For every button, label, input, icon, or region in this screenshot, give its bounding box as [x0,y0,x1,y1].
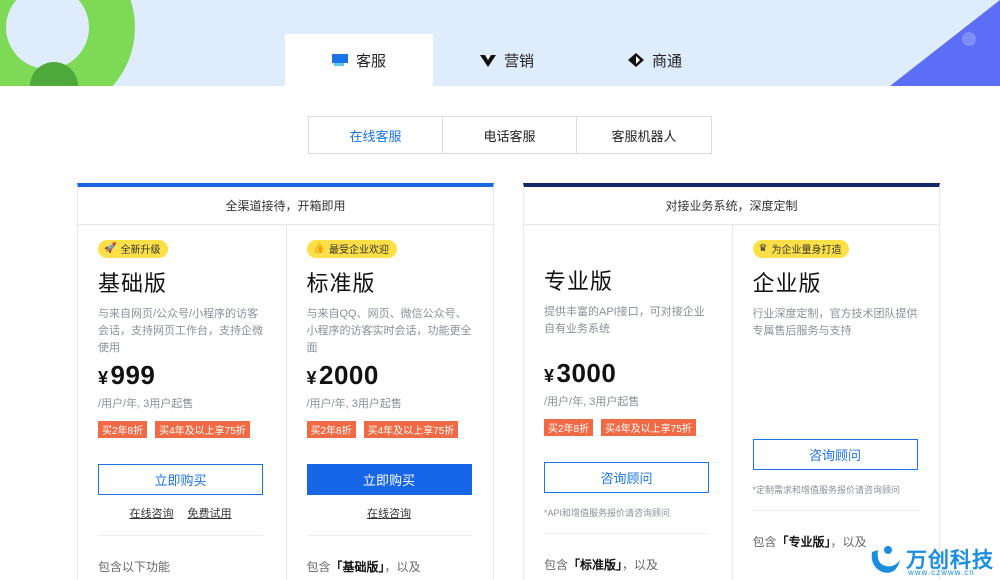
subtab-online-service[interactable]: 在线客服 [309,117,443,153]
currency-symbol: ¥ [98,367,109,388]
divider [306,534,472,536]
features-prefix: 包含 [752,534,777,549]
pricing-note: *定制需求和增值服务报价请咨询顾问 [752,484,901,495]
tab-label: 营销 [503,52,534,70]
discount-tags: 买2年8折 买4年及以上享75折 [98,420,266,438]
features-suffix: ，以及 [622,558,659,572]
group-title: 全渠道接待，开箱即用 [78,187,493,225]
discount-tag: 买4年及以上享75折 [601,419,696,436]
plan-badge: 🚀 全新升级 [98,239,169,258]
plan-description: 行业深度定制，官方技术团队提供专属售后服务与支持 [752,307,918,337]
buy-now-button[interactable]: 立即购买 [306,463,472,495]
tab-label: 商通 [651,52,682,70]
currency-symbol: ¥ [544,366,555,386]
buy-now-button[interactable]: 立即购买 [98,463,263,495]
plan-name: 企业版 [752,270,822,296]
features-intro: 包含「标准版」，以及 [544,556,712,573]
discount-tag: 买4年及以上享75折 [155,420,250,438]
plan-description: 与来自网页/公众号/小程序的访客会话，支持网页工作台，支持企微使用 [98,307,263,354]
pricing-note: *API和增值服务报价请咨询顾问 [544,508,671,518]
discount-tag: 买2年8折 [544,419,594,436]
price-value: 2000 [319,359,379,390]
crown-icon: ♛ [758,243,768,254]
features-prefix: 包含以下功能 [98,559,171,574]
consult-advisor-button[interactable]: 咨询顾问 [544,462,709,493]
price-spacer [753,340,920,438]
features-plan-ref: 「专业版」 [776,534,831,549]
thumbs-up-icon: 👍 [312,243,325,254]
plan-description: 提供丰富的API接口，可对接企业自有业务系统 [544,306,705,335]
price-value: 999 [110,359,156,390]
plan-card-enterprise: ♛ 为企业量身打造 企业版 行业深度定制，官方技术团队提供专属售后服务与支持 咨… [731,225,940,580]
features-prefix: 包含 [306,559,331,574]
plan-description: 与来自QQ、网页、微信公众号、小程序的访客实时会话，功能更全面 [306,307,472,354]
plan-group-customization: 对接业务系统，深度定制 专业版 提供丰富的API接口，可对接企业自有业务系统 ¥… [523,183,940,580]
diamond-icon [627,53,644,67]
features-plan-ref: 「基础版」 [330,559,385,574]
plan-card-standard: 👍 最受企业欢迎 标准版 与来自QQ、网页、微信公众号、小程序的访客实时会话，功… [285,225,494,580]
subtab-service-robot[interactable]: 客服机器人 [577,117,711,153]
tab-marketing[interactable]: 营销 [433,34,581,86]
online-consult-link[interactable]: 在线咨询 [367,505,411,521]
divider [752,509,918,511]
features-suffix: ，以及 [384,559,421,574]
tab-business[interactable]: 商通 [581,34,729,86]
discount-tags: 买2年8折 买4年及以上享75折 [544,419,712,436]
discount-tags: 买2年8折 买4年及以上享75折 [306,420,474,438]
plan-name: 标准版 [306,270,376,296]
decorative-triangle [890,0,1000,86]
plan-group-omnichannel: 全渠道接待，开箱即用 🚀 全新升级 基础版 与来自网页/公众号/小程序的访客会话… [77,183,494,580]
marketing-arrow-icon [479,55,496,67]
plan-price: ¥3000 [544,358,712,389]
product-tabs: 客服 营销 商通 [285,34,729,86]
plan-price: ¥2000 [307,360,474,391]
price-unit: /用户/年, 3用户起售 [544,396,640,408]
subtab-phone-service[interactable]: 电话客服 [443,117,577,153]
price-unit: /用户/年, 3用户起售 [98,397,194,410]
features-prefix: 包含 [544,558,569,572]
tab-customer-service[interactable]: 客服 [285,34,433,86]
discount-tag: 买2年8折 [306,420,356,438]
plan-card-professional: 专业版 提供丰富的API接口，可对接企业自有业务系统 ¥3000 /用户/年, … [524,225,732,580]
hero-banner: 客服 营销 商通 [0,0,1000,86]
badge-spacer [544,238,712,256]
free-trial-link[interactable]: 免费试用 [188,505,232,521]
plan-badge: 👍 最受企业欢迎 [306,239,397,258]
currency-symbol: ¥ [306,367,318,388]
group-title: 对接业务系统，深度定制 [524,187,939,225]
plan-price: ¥999 [98,360,266,391]
features-intro: 包含以下功能 [98,558,266,575]
consult-advisor-button[interactable]: 咨询顾问 [752,438,918,470]
price-value: 3000 [556,358,617,388]
sub-tabs: 在线客服 电话客服 客服机器人 [308,116,712,154]
features-plan-ref: 「标准版」 [568,558,623,572]
plan-links: 在线咨询 免费试用 [98,505,263,521]
price-unit: /用户/年, 3用户起售 [306,397,402,410]
plan-links: 在线咨询 [307,505,472,521]
divider [544,533,709,534]
plan-name: 专业版 [544,269,614,294]
tab-label: 客服 [355,52,386,70]
discount-tag: 买4年及以上享75折 [363,420,459,438]
plan-badge: ♛ 为企业量身打造 [752,239,850,258]
badge-label: 为企业量身打造 [771,245,842,256]
watermark-logo: 万创科技 www.czwww.cn [868,542,994,577]
decorative-dot [962,32,976,46]
watermark-url: www.czwww.cn [908,568,975,577]
plan-name: 基础版 [98,270,168,296]
plan-card-basic: 🚀 全新升级 基础版 与来自网页/公众号/小程序的访客会话，支持网页工作台，支持… [78,225,286,580]
badge-label: 最受企业欢迎 [328,245,389,256]
divider [98,534,263,536]
chat-window-icon [331,54,348,66]
discount-tag: 买2年8折 [98,420,148,438]
features-suffix: ，以及 [830,534,867,549]
badge-label: 全新升级 [120,245,161,256]
brand-logo-icon [871,546,900,573]
online-consult-link[interactable]: 在线咨询 [130,505,174,521]
features-intro: 包含「基础版」，以及 [307,558,474,575]
rocket-icon: 🚀 [104,243,117,254]
